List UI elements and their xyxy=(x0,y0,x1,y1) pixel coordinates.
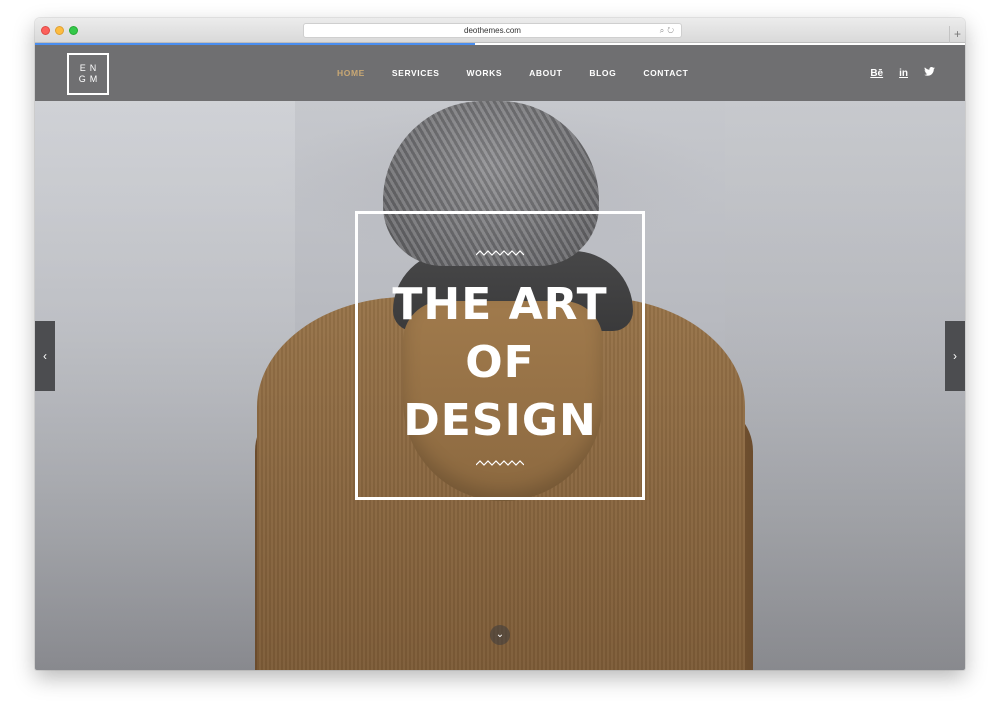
hero-title-line: THE ART xyxy=(392,279,608,330)
minimize-window-button[interactable] xyxy=(55,26,64,35)
hero-slider: THE ART OF DESIGN ‹ › ⌄ xyxy=(35,101,965,670)
nav-contact[interactable]: CONTACT xyxy=(643,68,688,78)
address-bar[interactable]: deothemes.com ⌕↻ xyxy=(303,23,682,38)
new-tab-button[interactable]: + xyxy=(949,26,965,43)
linkedin-icon[interactable]: in xyxy=(899,68,908,79)
zigzag-divider-icon xyxy=(476,250,524,256)
site-header: ENGM HOME SERVICES WORKS ABOUT BLOG CONT… xyxy=(35,45,965,101)
behance-icon[interactable]: Bē xyxy=(870,68,883,79)
close-window-button[interactable] xyxy=(41,26,50,35)
browser-toolbar: deothemes.com ⌕↻ + xyxy=(35,18,965,43)
browser-window: deothemes.com ⌕↻ + ENGM HOME SERVICES WO… xyxy=(35,18,965,670)
twitter-icon[interactable] xyxy=(924,67,935,79)
chevron-left-icon: ‹ xyxy=(43,349,47,363)
nav-blog[interactable]: BLOG xyxy=(589,68,616,78)
site-logo[interactable]: ENGM xyxy=(67,53,109,95)
hero-title-line: DESIGN xyxy=(403,395,597,446)
address-bar-url: deothemes.com xyxy=(464,26,521,35)
hero-background-right xyxy=(725,101,965,670)
logo-text: ENGM xyxy=(78,63,102,84)
slider-next-button[interactable]: › xyxy=(945,321,965,391)
main-navigation: HOME SERVICES WORKS ABOUT BLOG CONTACT xyxy=(337,45,715,101)
nav-services[interactable]: SERVICES xyxy=(392,68,440,78)
social-links: Bē in xyxy=(854,45,935,101)
reload-icon[interactable]: ↻ xyxy=(667,26,677,35)
maximize-window-button[interactable] xyxy=(69,26,78,35)
hero-title-frame: THE ART OF DESIGN xyxy=(355,211,645,500)
scroll-down-button[interactable]: ⌄ xyxy=(490,625,510,645)
nav-works[interactable]: WORKS xyxy=(467,68,503,78)
hero-title: THE ART OF DESIGN xyxy=(358,276,642,450)
slider-prev-button[interactable]: ‹ xyxy=(35,321,55,391)
zigzag-divider-icon xyxy=(476,460,524,466)
nav-home[interactable]: HOME xyxy=(337,68,365,78)
nav-about[interactable]: ABOUT xyxy=(529,68,562,78)
hero-title-line: OF xyxy=(465,337,535,388)
chevron-down-icon: ⌄ xyxy=(495,629,505,640)
chevron-right-icon: › xyxy=(953,349,957,363)
